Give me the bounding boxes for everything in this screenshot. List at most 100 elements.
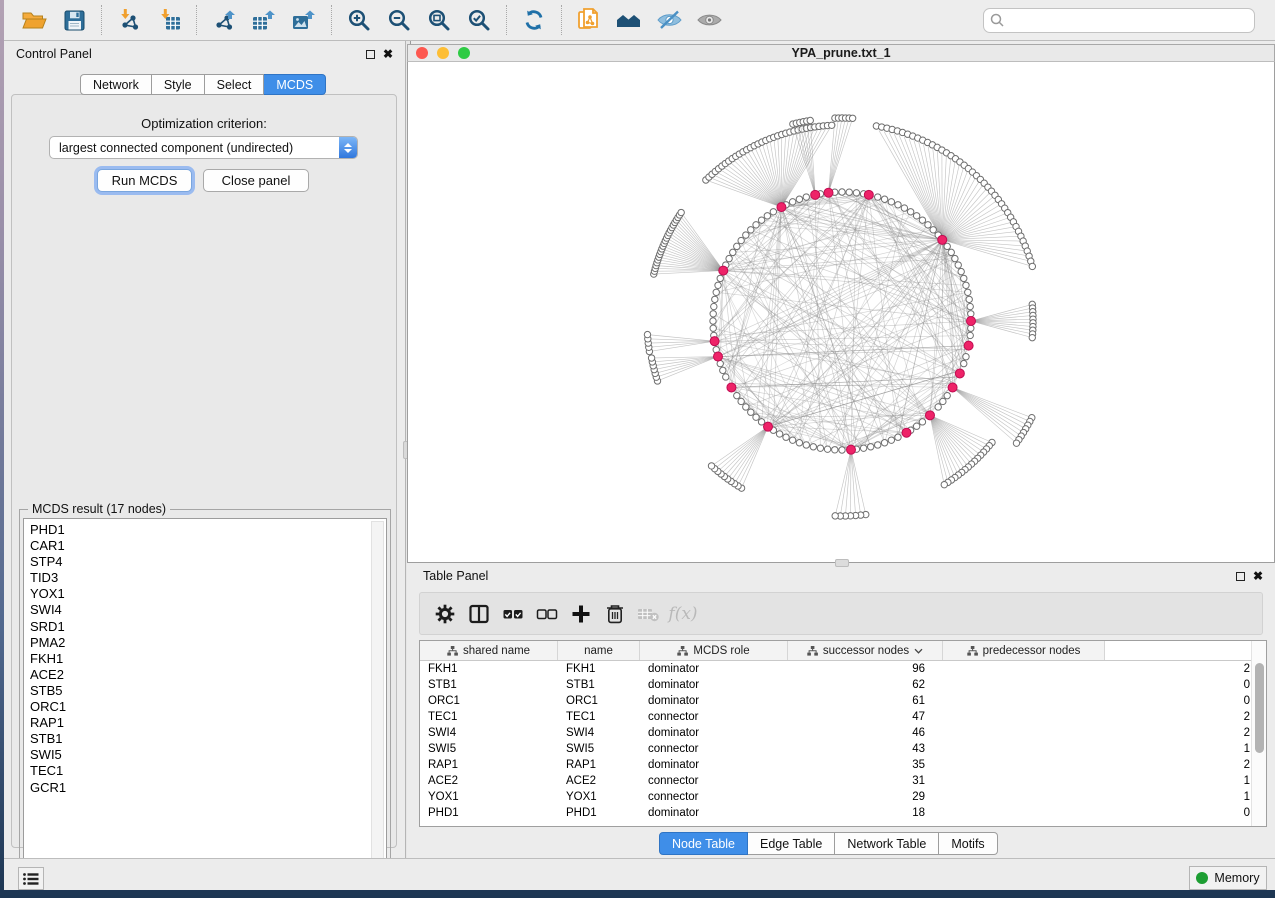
zoom-fit-button[interactable] (422, 4, 456, 36)
table-row[interactable]: PHD1PHD1dominator180 (420, 805, 1266, 821)
cell-successor-nodes[interactable]: 18 (788, 807, 943, 819)
cell-MCDS-role[interactable]: connector (640, 791, 788, 803)
cell-MCDS-role[interactable]: dominator (640, 663, 788, 675)
mcds-result-item[interactable]: TEC1 (24, 763, 386, 779)
cell-MCDS-role[interactable]: connector (640, 711, 788, 723)
cell-shared-name[interactable]: YOX1 (420, 791, 558, 803)
cell-MCDS-role[interactable]: connector (640, 775, 788, 787)
cell-shared-name[interactable]: RAP1 (420, 759, 558, 771)
cell-name[interactable]: ACE2 (558, 775, 640, 787)
float-panel-icon[interactable] (366, 50, 375, 59)
import-table-button[interactable] (152, 4, 186, 36)
network-window-titlebar[interactable]: YPA_prune.txt_1 (407, 44, 1275, 62)
close-table-panel-icon[interactable]: ✖ (1253, 572, 1263, 581)
cell-MCDS-role[interactable]: dominator (640, 759, 788, 771)
cell-successor-nodes[interactable]: 29 (788, 791, 943, 803)
cell-successor-nodes[interactable]: 31 (788, 775, 943, 787)
cell-predecessor-nodes[interactable]: 1 (943, 775, 1266, 787)
column-header-shared-name[interactable]: shared name (420, 641, 558, 660)
column-header-MCDS-role[interactable]: MCDS role (640, 641, 788, 660)
table-scrollbar-thumb[interactable] (1255, 663, 1264, 753)
save-session-button[interactable] (57, 4, 91, 36)
table-row[interactable]: FKH1FKH1dominator962 (420, 661, 1266, 677)
cell-MCDS-role[interactable]: dominator (640, 695, 788, 707)
cell-successor-nodes[interactable]: 62 (788, 679, 943, 691)
table-row[interactable]: STB1STB1dominator620 (420, 677, 1266, 693)
cell-predecessor-nodes[interactable]: 0 (943, 679, 1266, 691)
table-row[interactable]: SWI5SWI5connector431 (420, 741, 1266, 757)
export-network-button[interactable] (207, 4, 241, 36)
mcds-result-item[interactable]: ORC1 (24, 699, 386, 715)
tab-select[interactable]: Select (205, 74, 265, 95)
table-tab-network-table[interactable]: Network Table (835, 832, 939, 855)
tab-network[interactable]: Network (80, 74, 152, 95)
table-tab-node-table[interactable]: Node Table (659, 832, 748, 855)
mcds-result-item[interactable]: TID3 (24, 570, 386, 586)
cell-shared-name[interactable]: FKH1 (420, 663, 558, 675)
cell-shared-name[interactable]: SWI4 (420, 727, 558, 739)
mcds-result-item[interactable]: PMA2 (24, 635, 386, 651)
cell-shared-name[interactable]: TEC1 (420, 711, 558, 723)
cell-predecessor-nodes[interactable]: 0 (943, 695, 1266, 707)
column-settings-icon[interactable] (430, 598, 460, 630)
cell-predecessor-nodes[interactable]: 1 (943, 791, 1266, 803)
tab-mcds[interactable]: MCDS (264, 74, 326, 95)
cell-predecessor-nodes[interactable]: 1 (943, 743, 1266, 755)
table-tab-edge-table[interactable]: Edge Table (748, 832, 835, 855)
open-file-button[interactable] (17, 4, 51, 36)
cell-name[interactable]: TEC1 (558, 711, 640, 723)
import-network-button[interactable] (112, 4, 146, 36)
table-row[interactable]: ORC1ORC1dominator610 (420, 693, 1266, 709)
network-graph[interactable] (408, 62, 1274, 561)
cell-shared-name[interactable]: PHD1 (420, 807, 558, 819)
first-neighbors-button[interactable] (612, 4, 646, 36)
export-image-button[interactable] (287, 4, 321, 36)
tab-style[interactable]: Style (152, 74, 205, 95)
cell-shared-name[interactable]: STB1 (420, 679, 558, 691)
column-header-name[interactable]: name (558, 641, 640, 660)
cell-predecessor-nodes[interactable]: 2 (943, 663, 1266, 675)
criterion-select[interactable]: largest connected component (undirected) (49, 136, 358, 159)
cell-shared-name[interactable]: SWI5 (420, 743, 558, 755)
cell-MCDS-role[interactable]: dominator (640, 679, 788, 691)
mcds-result-item[interactable]: GCR1 (24, 780, 386, 796)
select-all-icon[interactable] (498, 598, 528, 630)
zoom-selected-button[interactable] (462, 4, 496, 36)
panel-menu-button[interactable] (18, 867, 44, 890)
mcds-result-item[interactable]: CAR1 (24, 538, 386, 554)
cell-MCDS-role[interactable]: connector (640, 743, 788, 755)
cell-successor-nodes[interactable]: 35 (788, 759, 943, 771)
zoom-in-button[interactable] (342, 4, 376, 36)
cell-name[interactable]: SWI5 (558, 743, 640, 755)
cell-successor-nodes[interactable]: 46 (788, 727, 943, 739)
mcds-result-item[interactable]: SWI5 (24, 747, 386, 763)
cell-name[interactable]: YOX1 (558, 791, 640, 803)
mcds-result-item[interactable]: ACE2 (24, 667, 386, 683)
column-header-successor-nodes[interactable]: successor nodes (788, 641, 943, 660)
cell-MCDS-role[interactable]: dominator (640, 807, 788, 819)
cell-predecessor-nodes[interactable]: 0 (943, 807, 1266, 819)
close-panel-button[interactable]: Close panel (203, 169, 309, 192)
cell-shared-name[interactable]: ACE2 (420, 775, 558, 787)
cell-successor-nodes[interactable]: 96 (788, 663, 943, 675)
horizontal-splitter-handle[interactable] (835, 559, 849, 567)
cell-predecessor-nodes[interactable]: 2 (943, 711, 1266, 723)
run-mcds-button[interactable]: Run MCDS (97, 169, 192, 192)
cell-MCDS-role[interactable]: dominator (640, 727, 788, 739)
mcds-result-item[interactable]: STB5 (24, 683, 386, 699)
mcds-result-item[interactable]: STB1 (24, 731, 386, 747)
network-canvas[interactable] (407, 62, 1275, 563)
mcds-list-scrollbar[interactable] (371, 521, 384, 874)
cell-name[interactable]: FKH1 (558, 663, 640, 675)
mcds-result-item[interactable]: RAP1 (24, 715, 386, 731)
cell-successor-nodes[interactable]: 47 (788, 711, 943, 723)
cell-shared-name[interactable]: ORC1 (420, 695, 558, 707)
table-row[interactable]: ACE2ACE2connector311 (420, 773, 1266, 789)
refresh-layout-button[interactable] (517, 4, 551, 36)
column-header-predecessor-nodes[interactable]: predecessor nodes (943, 641, 1105, 660)
delete-row-icon[interactable] (600, 598, 630, 630)
cell-predecessor-nodes[interactable]: 2 (943, 759, 1266, 771)
mcds-result-item[interactable]: SWI4 (24, 602, 386, 618)
cell-name[interactable]: RAP1 (558, 759, 640, 771)
mcds-result-item[interactable]: PHD1 (24, 522, 386, 538)
